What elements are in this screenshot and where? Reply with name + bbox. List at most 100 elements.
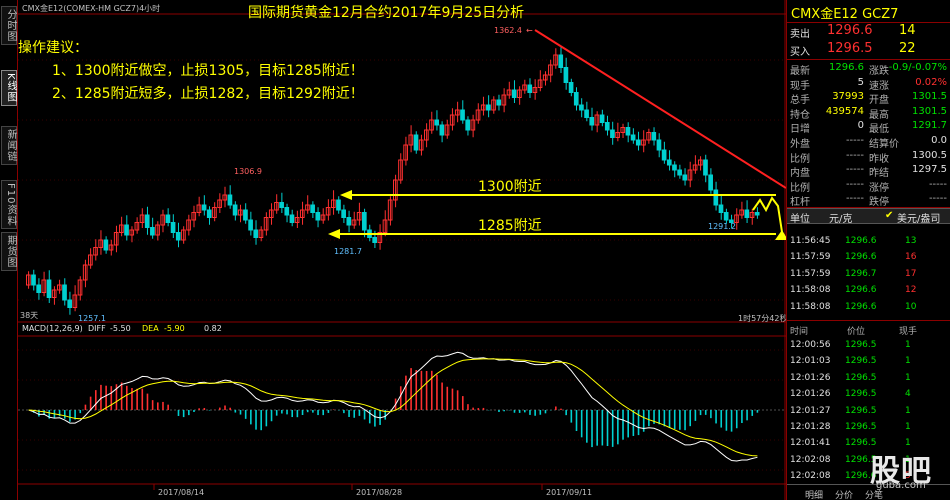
candle-body [723,212,729,221]
buy-row[interactable]: 买入 1296.5 22 [787,41,950,58]
field-value: 439574 [825,105,864,117]
countdown: 1时57分42秒 [738,313,786,323]
candle-body [682,174,688,181]
tick-qty: 12 [905,285,917,296]
divider [787,320,950,321]
candle-body [635,139,641,146]
field-value: 0.02% [915,76,947,88]
tick-row: 11:58:08 1296.6 12 [787,283,950,299]
candle-body [243,209,248,221]
tick-price: 1296.7 [845,268,877,279]
tick-row: 11:56:45 1296.6 13 [787,234,950,250]
quote-field-row: 现手 5 速涨 0.02% [787,76,950,92]
candle-body [672,164,677,171]
unit-value[interactable]: 元/克 [829,210,852,225]
tick-price: 1296.5 [845,422,877,432]
sidebar-tab-3[interactable]: F10资料 [1,180,17,230]
level-1300-arrow [340,190,352,200]
sidebar-tab-0[interactable]: 分时图 [1,6,17,45]
unit-bar[interactable]: 单位 元/克 ✔ 美元/盎司 [787,208,950,225]
candle-body [744,209,750,218]
tab-price-split[interactable]: 分价 [835,488,853,500]
tick-row: 12:01:27 1296.5 1 [787,404,950,420]
tick-price: 1296.5 [845,340,877,350]
tick-qty: 4 [905,389,911,400]
candle-body [584,109,589,118]
macd-diff-value: -5.50 [110,324,131,333]
tick-qty: 1 [905,356,911,367]
candle-body [754,212,760,216]
sell-row[interactable]: 卖出 1296.6 14 [787,23,950,40]
candle-body [103,239,109,251]
candle-body [713,189,719,206]
arrow-icon: ← [526,26,533,35]
candle-body [67,299,73,308]
tick-time: 12:02:08 [790,471,831,482]
tick-price: 1296.5 [845,356,877,367]
unit-label: 单位 [790,214,810,225]
sidebar-tab-4[interactable]: 期货图 [1,232,17,271]
candle-body [439,124,445,136]
tab-detail[interactable]: 明细 [805,488,823,500]
field-value: 37993 [832,91,864,103]
tick-qty: 1 [905,405,911,416]
candle-body [341,209,346,218]
sell-qty: 14 [899,23,916,38]
sell-price: 1296.6 [827,23,873,38]
candle-body [718,204,724,213]
label-low-2: 1257.1 [78,314,106,323]
sidebar-tab-1[interactable]: K线图 [1,70,17,106]
unit-selected[interactable]: 美元/盎司 [897,210,940,225]
candle-body [486,104,491,111]
tick-time: 11:58:08 [790,285,831,296]
tick-price: 1296.5 [845,389,877,400]
candle-body [656,139,662,151]
tick-header-time: 时间 [790,327,809,337]
candle-body [434,119,440,126]
tick-price: 1296.5 [845,405,877,416]
tick-time: 12:01:26 [790,372,831,383]
field-value: 1301.5 [912,105,947,117]
candle-body [248,219,253,231]
quote-field-row: 外盘 ----- 结算价 0.0 [787,134,950,150]
field-value: 1296.6 [829,62,864,73]
candle-body [666,159,672,166]
candle-body [558,54,564,68]
label-low-3: 1291.2 [708,222,736,231]
date-label: 2017/09/11 [546,488,592,497]
label-low-1: 1281.7 [334,247,362,256]
field-value: 5 [857,76,864,88]
tick-qty: 10 [905,301,917,312]
level-1300-label: 1300附近 [478,179,542,195]
tick-price: 1296.6 [845,301,877,312]
field-value: ----- [845,193,864,205]
advice-line-2: 2、1285附近短多，止损1282，目标1292附近！ [52,85,364,102]
candle-body [361,212,367,231]
quote-field-row: 日增 0 最低 1291.7 [787,119,950,135]
candle-body [703,159,708,176]
buy-label: 买入 [790,47,810,58]
macd-value: 0.82 [204,324,222,333]
candle-body [511,89,517,98]
macd-dea-value: -5.90 [164,324,185,333]
kline-chart[interactable]: CMX金E12(COMEX-HM GCZ7)4小时 国际期货黄金12月合约2017… [18,0,786,500]
tick-header-price: 价位 [847,327,866,337]
label-high-1: 1362.4 [494,26,522,35]
candle-body [625,127,631,136]
tick-qty: 1 [905,340,911,350]
tick-time: 12:02:08 [790,454,831,465]
candle-body [206,209,212,218]
sidebar-tab-2[interactable]: 新闻链 [1,126,17,165]
macd-dea-label: DEA [142,324,159,333]
tick-time: 12:01:27 [790,405,831,416]
candle-body [36,284,42,293]
candle-body [527,84,533,93]
tick-row: 12:01:03 1296.5 1 [787,354,950,370]
tick-price: 1296.5 [845,372,877,383]
candle-body [573,92,579,106]
tick-row: 11:58:08 1296.6 10 [787,300,950,316]
tick-time: 11:56:45 [790,236,831,246]
tick-header-qty: 现手 [899,327,918,337]
quote-field-row: 持仓 439574 最高 1301.5 [787,105,950,121]
field-value: 1301.5 [912,91,947,103]
